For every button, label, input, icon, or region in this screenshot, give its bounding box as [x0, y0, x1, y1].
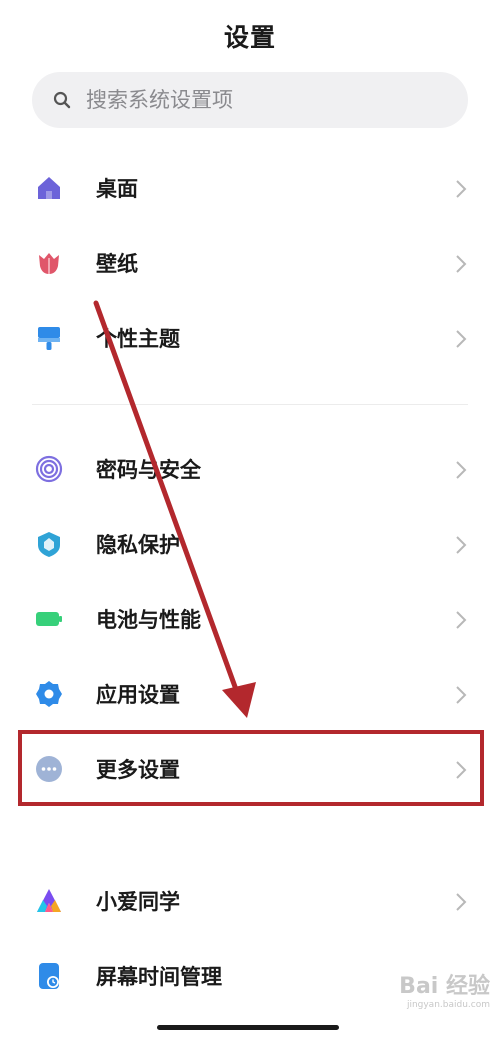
- chevron-right-icon: [456, 255, 467, 273]
- settings-item-label: 小爱同学: [96, 890, 180, 914]
- settings-item-privacy[interactable]: 隐私保护: [0, 513, 500, 577]
- chevron-right-icon: [456, 180, 467, 198]
- page-title: 设置: [223, 23, 276, 52]
- settings-item-label: 隐私保护: [96, 533, 180, 557]
- paint-brush-icon: [34, 323, 64, 353]
- watermark-logo: Bai 经验: [399, 974, 490, 999]
- settings-item-wallpaper[interactable]: 壁纸: [0, 232, 500, 296]
- screen-time-icon: [34, 961, 64, 991]
- home-indicator[interactable]: [157, 1025, 339, 1030]
- fingerprint-icon: [34, 454, 64, 484]
- watermark-url: jingyan.baidu.com: [406, 1000, 490, 1010]
- settings-item-label: 密码与安全: [96, 458, 201, 482]
- home-icon: [34, 173, 64, 203]
- settings-item-label: 屏幕时间管理: [96, 965, 222, 989]
- search-input[interactable]: [86, 88, 446, 112]
- settings-item-label: 电池与性能: [96, 608, 201, 632]
- settings-item-battery-performance[interactable]: 电池与性能: [0, 588, 500, 652]
- tulip-icon: [34, 248, 64, 278]
- chevron-right-icon: [456, 330, 467, 348]
- settings-item-desktop[interactable]: 桌面: [0, 157, 500, 221]
- chevron-right-icon: [456, 611, 467, 629]
- chevron-right-icon: [456, 686, 467, 704]
- chevron-right-icon: [456, 461, 467, 479]
- settings-item-label: 壁纸: [96, 252, 138, 276]
- search-bar[interactable]: [32, 72, 468, 128]
- settings-item-label: 桌面: [96, 177, 138, 201]
- highlight-box: [18, 730, 484, 806]
- watermark: Bai 经验 jingyan.baidu.com: [370, 974, 490, 1028]
- settings-item-xiaoai[interactable]: 小爱同学: [0, 870, 500, 934]
- settings-item-password-security[interactable]: 密码与安全: [0, 438, 500, 502]
- shield-icon: [34, 529, 64, 559]
- settings-item-app-settings[interactable]: 应用设置: [0, 663, 500, 727]
- chevron-right-icon: [456, 893, 467, 911]
- gear-icon: [34, 679, 64, 709]
- section-divider: [32, 404, 468, 405]
- battery-icon: [34, 604, 64, 634]
- settings-item-label: 应用设置: [96, 683, 180, 707]
- settings-item-label: 个性主题: [96, 327, 180, 351]
- search-icon: [53, 91, 71, 109]
- xiaoai-icon: [34, 886, 64, 916]
- chevron-right-icon: [456, 536, 467, 554]
- settings-item-theme[interactable]: 个性主题: [0, 307, 500, 371]
